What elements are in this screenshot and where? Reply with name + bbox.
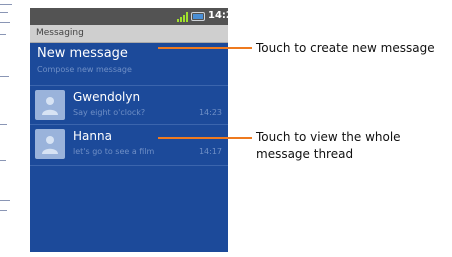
message-snippet: Say eight o'clock? — [73, 108, 146, 117]
new-message-item[interactable]: New message Compose new message — [30, 43, 228, 85]
app-title-bar: Messaging — [30, 25, 228, 43]
message-time: 14:23 — [198, 108, 222, 117]
app-title: Messaging — [36, 28, 84, 38]
callout-thread-line1: Touch to view the whole — [256, 130, 401, 144]
callout-line-new-message — [158, 47, 252, 49]
status-bar: 14:27 — [30, 8, 228, 25]
contact-name: Hanna — [73, 129, 112, 143]
contact-name: Gwendolyn — [73, 90, 141, 104]
message-time: 14:17 — [198, 147, 222, 156]
conversation-item-gwendolyn[interactable]: Gwendolyn Say eight o'clock? 14:23 — [30, 86, 228, 124]
signal-icon — [177, 12, 188, 22]
list-divider — [30, 165, 228, 166]
message-snippet: let's go to see a film — [73, 147, 155, 156]
callout-thread-line2: message thread — [256, 147, 354, 161]
conversation-item-hanna[interactable]: Hanna let's go to see a film 14:17 — [30, 125, 228, 165]
battery-icon — [191, 12, 205, 21]
contact-avatar-icon — [35, 129, 65, 159]
callout-line-thread — [158, 137, 252, 139]
page-margin-marks — [0, 0, 14, 257]
new-message-title: New message — [37, 46, 128, 61]
new-message-subtitle: Compose new message — [37, 65, 132, 74]
callout-new-message: Touch to create new message — [256, 41, 435, 55]
phone-screen: 14:27 Messaging New message Compose new … — [30, 8, 228, 252]
status-clock: 14:27 — [208, 10, 228, 21]
contact-avatar-icon — [35, 90, 65, 120]
